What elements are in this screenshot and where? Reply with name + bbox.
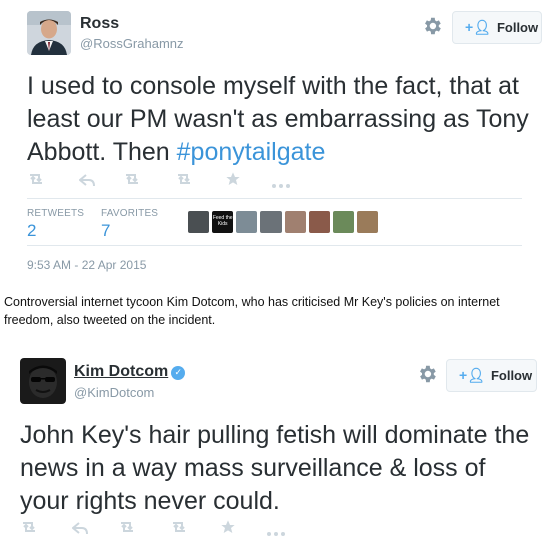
- add-person-icon: +👤︎: [465, 19, 491, 35]
- favoriter-avatar[interactable]: [188, 211, 210, 233]
- ross-avatar[interactable]: [27, 11, 71, 55]
- add-person-icon: +👤︎: [459, 367, 485, 383]
- retweet-icon[interactable]: [118, 520, 136, 539]
- tweet1-follow-button[interactable]: +👤︎ Follow: [452, 11, 542, 44]
- follow-label: Follow: [496, 20, 539, 35]
- retweet-icon[interactable]: [170, 520, 188, 539]
- favoriters-avatars: Feed the Kids: [188, 211, 378, 235]
- tweet2-display-name[interactable]: Kim Dotcom: [74, 363, 168, 380]
- tweet2-handle[interactable]: @KimDotcom: [74, 385, 154, 400]
- more-icon[interactable]: [271, 176, 291, 194]
- more-icon[interactable]: [266, 524, 286, 542]
- retweets-stat[interactable]: RETWEETS 2: [27, 208, 84, 241]
- favorites-stat[interactable]: FAVORITES 7: [101, 208, 158, 241]
- retweet-icon[interactable]: [27, 172, 45, 191]
- kimdotcom-avatar[interactable]: [20, 358, 66, 404]
- follow-label: Follow: [490, 368, 533, 383]
- retweet-icon[interactable]: [123, 172, 141, 191]
- tweet1-divider-bottom: [27, 245, 522, 246]
- favoriter-avatar-feed-the-kids[interactable]: Feed the Kids: [212, 211, 234, 233]
- tweet1-text: I used to console myself with the fact, …: [27, 70, 532, 169]
- tweet1-handle[interactable]: @RossGrahamnz: [80, 36, 184, 51]
- hashtag-link[interactable]: #ponytailgate: [177, 138, 326, 166]
- favoriter-avatar[interactable]: [260, 211, 282, 233]
- tweet1-display-name[interactable]: Ross: [80, 15, 119, 33]
- tweet1-divider-top: [27, 198, 522, 199]
- tweet1-timestamp[interactable]: 9:53 AM - 22 Apr 2015: [27, 258, 146, 272]
- reply-icon[interactable]: [71, 521, 88, 540]
- tweet2-name-row: Kim Dotcom ✓: [74, 363, 186, 381]
- favoriter-avatar[interactable]: [356, 211, 378, 233]
- retweets-count: 2: [27, 221, 37, 240]
- tweet2-actions: [20, 520, 300, 538]
- tweet1-actions: [27, 172, 307, 190]
- retweets-label: RETWEETS: [27, 208, 85, 219]
- retweet-icon[interactable]: [20, 520, 38, 539]
- retweet-icon[interactable]: [175, 172, 193, 191]
- gear-icon[interactable]: [416, 363, 438, 385]
- favoriter-avatar[interactable]: [236, 211, 258, 233]
- tweet2-text: John Key's hair pulling fetish will domi…: [20, 421, 530, 515]
- star-icon[interactable]: [225, 171, 241, 192]
- favorites-label: FAVORITES: [101, 208, 159, 219]
- star-icon[interactable]: [220, 519, 236, 540]
- favoriter-avatar[interactable]: [284, 211, 306, 233]
- tweet2-follow-button[interactable]: +👤︎ Follow: [446, 359, 537, 392]
- favoriter-avatar[interactable]: [308, 211, 330, 233]
- verified-badge-icon: ✓: [171, 365, 186, 380]
- favoriter-avatar[interactable]: [332, 211, 354, 233]
- gear-icon[interactable]: [421, 15, 443, 37]
- reply-icon[interactable]: [78, 173, 95, 192]
- favorites-count: 7: [101, 221, 111, 240]
- article-caption: Controversial internet tycoon Kim Dotcom…: [4, 295, 500, 327]
